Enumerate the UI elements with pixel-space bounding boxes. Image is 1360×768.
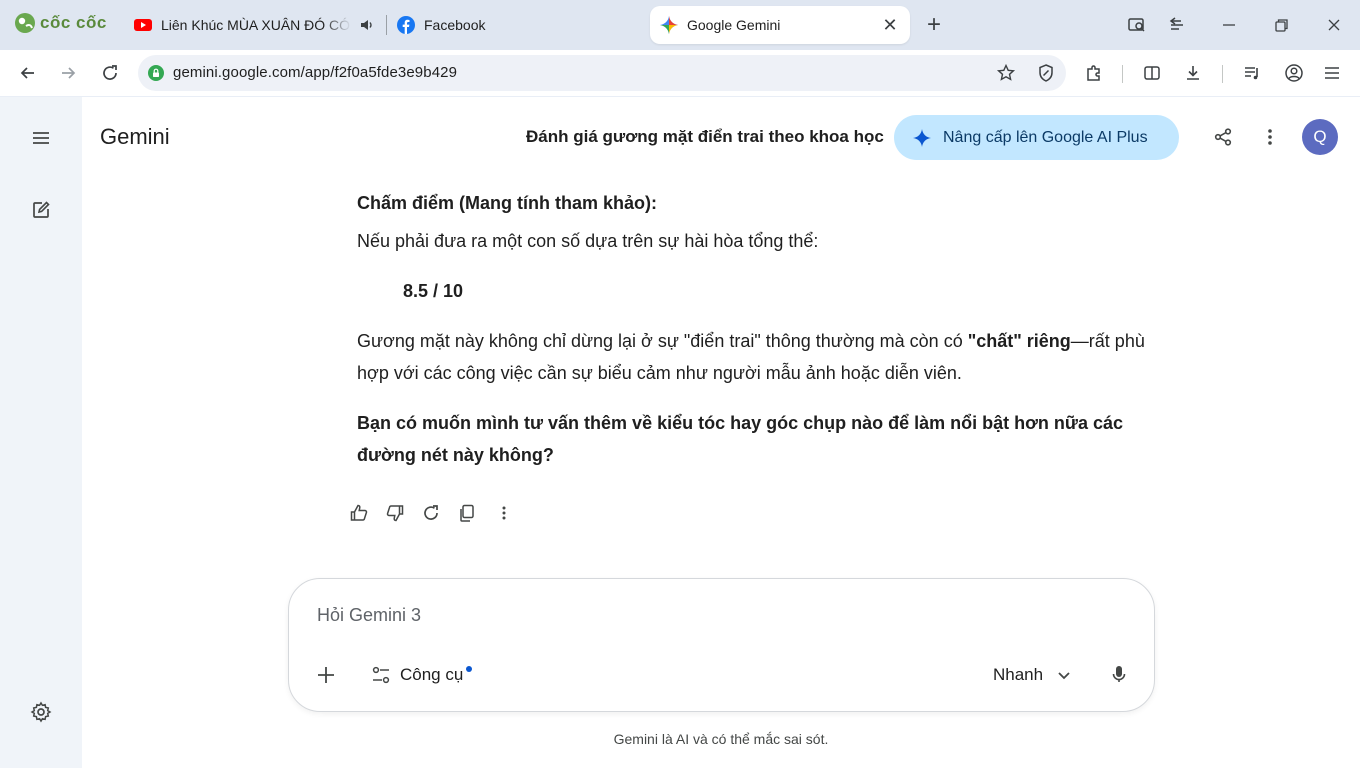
thumbs-down-icon[interactable] [382,500,408,526]
add-attachment-icon[interactable] [313,662,339,688]
speaker-icon[interactable] [359,17,375,33]
extensions-puzzle-icon[interactable] [1082,61,1106,85]
conversation-title[interactable]: Đánh giá gương mặt điển trai theo khoa h… [526,127,906,147]
new-tab-button[interactable]: + [920,11,948,39]
paragraph-text: Gương mặt này không chỉ dừng lại ở sự "đ… [357,331,968,351]
ai-disclaimer: Gemini là AI và có thể mắc sai sót. [613,731,829,747]
address-bar[interactable]: gemini.google.com/app/f2f0a5fde3e9b429 [138,55,1066,91]
close-tab-icon[interactable]: ✕ [876,11,904,39]
chevron-down-icon [1058,672,1070,680]
response-heading: Chấm điểm (Mang tính tham khảo): [357,193,658,213]
regenerate-icon[interactable] [418,500,444,526]
download-icon[interactable] [1181,61,1205,85]
browser-toolbar: gemini.google.com/app/f2f0a5fde3e9b429 [0,50,1360,96]
thumbs-up-icon[interactable] [346,500,372,526]
browser-brand-name: cốc cốc [40,13,107,32]
tab-facebook[interactable]: Facebook [397,8,627,42]
microphone-icon[interactable] [1106,661,1132,687]
secure-site-icon[interactable] [148,65,164,81]
gemini-page: Gemini Đánh giá gương mặt điển trai theo… [0,97,1360,768]
gemini-header: Gemini Đánh giá gương mặt điển trai theo… [82,97,1360,177]
more-options-icon[interactable] [1257,124,1283,150]
copy-icon[interactable] [454,500,480,526]
browser-menu-icon[interactable] [1320,61,1344,85]
tab-title: Google Gemini [687,17,781,33]
tools-label: Công cụ [400,665,464,684]
forward-arrow-icon[interactable] [54,59,82,87]
side-rail [0,97,82,768]
prompt-input[interactable] [317,605,917,626]
main-menu-icon[interactable] [26,123,56,153]
response-paragraph: Gương mặt này không chỉ dừng lại ở sự "đ… [357,325,1147,389]
more-actions-icon[interactable] [491,500,517,526]
profile-icon[interactable] [1282,61,1306,85]
new-chat-icon[interactable] [26,195,56,225]
paragraph-emphasis: "chất" riêng [967,331,1071,351]
sparkle-icon [913,128,931,147]
avatar[interactable]: Q [1302,119,1338,155]
tools-button[interactable]: Công cụ [371,661,473,689]
upgrade-button[interactable]: Nâng cấp lên Google AI Plus [894,115,1179,160]
followup-question: Bạn có muốn mình tư vấn thêm về kiểu tóc… [357,413,1123,465]
tab-title: Liên Khúc MÙA XUÂN ĐÓ CÓ EM [161,17,351,33]
share-icon[interactable] [1210,124,1236,150]
back-arrow-icon[interactable] [14,59,42,87]
new-feature-dot [466,666,473,672]
tools-sliders-icon [372,666,390,684]
coccoc-logo-icon [15,13,35,33]
tab-title: Facebook [424,17,486,33]
mode-label: Nhanh [993,665,1044,684]
tab-google-gemini[interactable]: Google Gemini ✕ [650,6,910,44]
youtube-icon [134,19,152,31]
sidebar-toggle-icon[interactable] [1162,10,1192,40]
facebook-icon [397,16,415,34]
gemini-logo[interactable]: Gemini [100,124,170,150]
adblock-shield-icon[interactable] [1036,63,1056,83]
settings-gear-icon[interactable] [26,697,56,727]
url-text: gemini.google.com/app/f2f0a5fde3e9b429 [173,64,458,81]
toolbar-divider [1222,65,1223,83]
media-queue-icon[interactable] [1240,61,1264,85]
reload-icon[interactable] [96,59,124,87]
restore-window-icon[interactable] [1266,10,1296,40]
response-intro: Nếu phải đưa ra một con số dựa trên sự h… [357,231,819,251]
upgrade-label: Nâng cấp lên Google AI Plus [943,128,1148,146]
gemini-icon [660,16,678,34]
tab-search-icon[interactable] [1122,10,1152,40]
minimize-window-icon[interactable] [1214,10,1244,40]
prompt-composer: Công cụ Nhanh [288,578,1155,712]
bookmark-star-icon[interactable] [996,63,1016,83]
tab-youtube[interactable]: Liên Khúc MÙA XUÂN ĐÓ CÓ EM [134,8,380,42]
model-mode-dropdown[interactable]: Nhanh [993,661,1073,689]
toolbar-divider [1122,65,1123,83]
tab-divider [386,15,387,35]
browser-brand[interactable]: cốc cốc [14,12,107,34]
browser-tab-strip: cốc cốc Liên Khúc MÙA XUÂN ĐÓ CÓ EM Face… [0,0,1360,50]
close-window-icon[interactable] [1319,10,1349,40]
split-view-icon[interactable] [1140,61,1164,85]
score-value: 8.5 / 10 [403,281,464,301]
